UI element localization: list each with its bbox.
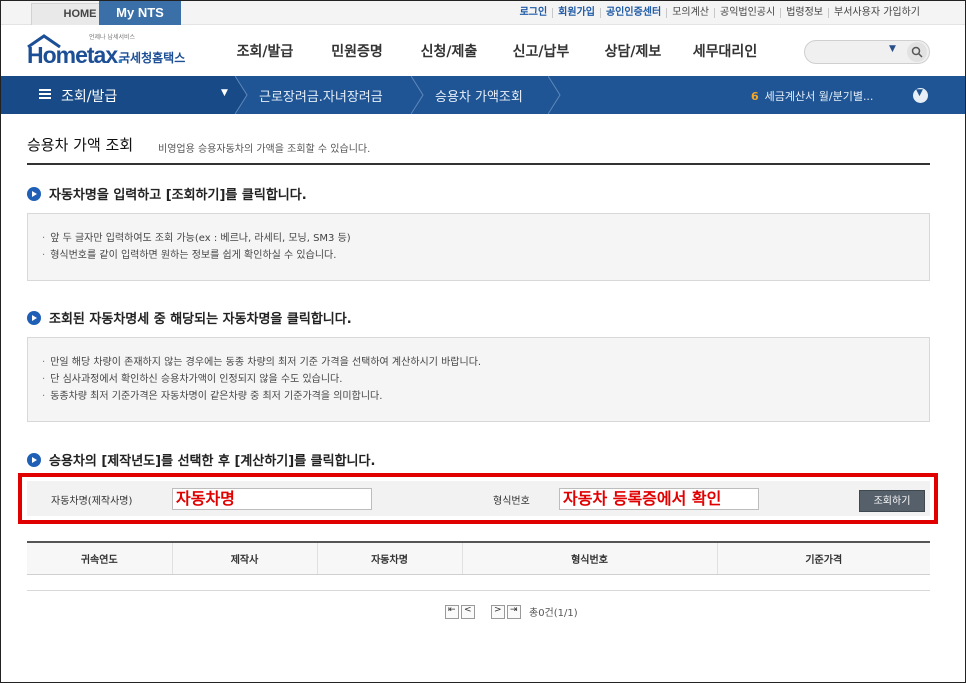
gnb-item-tax-agent[interactable]: 세무대리인 xyxy=(679,41,771,61)
table-header-row: 귀속연도 제작사 자동차명 형식번호 기준가격 xyxy=(27,542,930,575)
chevron-down-icon: ▼ xyxy=(916,88,923,98)
table-row xyxy=(27,574,930,591)
info-item: 단 심사과정에서 확인하신 승용차가액이 인정되지 않을 수도 있습니다. xyxy=(42,371,915,388)
section1-title: 자동차명을 입력하고 [조회하기]를 클릭합니다. xyxy=(27,184,307,203)
info-item: 동종차량 최저 기준가격은 자동차명이 같은차량 중 최저 기준가격을 의미합니… xyxy=(42,388,915,405)
section2-title-text: 조회된 자동차명세 중 해당되는 자동차명을 클릭합니다. xyxy=(49,312,352,327)
section3-title: 승용차의 [제작년도]를 선택한 후 [계산하기]를 클릭합니다. xyxy=(27,450,375,469)
location-level1-label: 조회/발급 xyxy=(61,89,118,105)
location-level3[interactable]: 승용차 가액조회 xyxy=(435,86,523,105)
col-header-base-price: 기준가격 xyxy=(716,542,930,575)
col-header-car-name: 자동차명 xyxy=(316,542,462,575)
model-number-input[interactable]: 자동차 등록증에서 확인 xyxy=(559,488,759,510)
search-input[interactable]: ▼ xyxy=(804,40,930,64)
col-header-year: 귀속연도 xyxy=(27,542,172,575)
pagination: ⇤ < > ⇥ 총0건(1/1) xyxy=(445,604,578,619)
col-header-maker: 제작사 xyxy=(171,542,317,575)
info-item: 형식번호를 같이 입력하면 원하는 정보를 쉽게 확인하실 수 있습니다. xyxy=(42,247,915,264)
global-nav: 조회/발급 민원증명 신청/제출 신고/납부 상담/제보 세무대리인 xyxy=(219,26,771,76)
next-page-icon: > xyxy=(494,604,502,615)
logo-main-word: Hometax xyxy=(27,42,118,68)
menu-icon xyxy=(39,89,51,99)
car-name-label: 자동차명(제작사명) xyxy=(51,496,133,507)
link-simulation[interactable]: 모의계산 xyxy=(666,8,714,18)
page-title: 승용차 가액 조회 xyxy=(27,136,134,154)
top-utility-bar: HOME My NTS 로그인 회원가입 공인인증센터 모의계산 공익법인공시 … xyxy=(1,1,965,25)
first-page-button[interactable]: ⇤ xyxy=(445,604,459,619)
location-level2[interactable]: 근로장려금.자녀장려금 xyxy=(259,86,383,105)
chevron-down-icon[interactable]: ▼ xyxy=(889,44,896,54)
breadcrumb-separator-icon xyxy=(548,76,561,114)
arrow-bullet-icon xyxy=(27,452,41,467)
section1-title-text: 자동차명을 입력하고 [조회하기]를 클릭합니다. xyxy=(49,188,307,203)
arrow-bullet-icon xyxy=(27,310,41,325)
logo-main-text: Hometax. xyxy=(27,42,124,68)
page-description: 비영업용 승용자동차의 가액을 조회할 수 있습니다. xyxy=(158,144,371,155)
col-header-model-number: 형식번호 xyxy=(461,542,717,575)
car-name-input[interactable]: 자동차명 xyxy=(172,488,372,510)
pagination-summary: 총0건(1/1) xyxy=(529,608,578,619)
title-divider xyxy=(27,163,930,165)
header: 언제나 납세서비스 Hometax. 국세청홈택스 조회/발급 민원증명 신청/… xyxy=(1,26,965,76)
last-page-button[interactable]: ⇥ xyxy=(507,604,521,619)
link-dept-user-signup[interactable]: 부서사용자 가입하기 xyxy=(828,8,925,18)
breadcrumb-separator-icon xyxy=(235,76,248,114)
gnb-item-report-pay[interactable]: 신고/납부 xyxy=(495,41,587,61)
model-number-label: 형식번호 xyxy=(493,496,530,507)
inquiry-button[interactable]: 조회하기 xyxy=(859,490,925,512)
info-item: 만일 해당 차량이 존재하지 않는 경우에는 동종 차량의 최저 기준 가격을 … xyxy=(42,354,915,371)
prev-page-button[interactable]: < xyxy=(461,604,475,619)
section3-title-text: 승용차의 [제작년도]를 선택한 후 [계산하기]를 클릭합니다. xyxy=(49,454,376,469)
logo-korean-text: 국세청홈택스 xyxy=(119,51,186,65)
tab-home-label: HOME xyxy=(63,8,97,20)
link-law-info[interactable]: 법령정보 xyxy=(780,8,828,18)
notice-ticker[interactable]: 6 세금계산서 월/분기별... xyxy=(751,88,873,104)
link-cert-center[interactable]: 공인인증센터 xyxy=(599,8,666,18)
next-page-button[interactable]: > xyxy=(491,604,505,619)
section2-title: 조회된 자동차명세 중 해당되는 자동차명을 클릭합니다. xyxy=(27,308,352,327)
link-login[interactable]: 로그인 xyxy=(515,8,553,18)
tab-mynts-label: My NTS xyxy=(116,5,164,20)
location-bar: 조회/발급 ▼ 근로장려금.자녀장려금 승용차 가액조회 6 세금계산서 월/분기… xyxy=(1,76,965,114)
search-form-highlight: 자동차명(제작사명) 자동차명 형식번호 자동차 등록증에서 확인 조회하기 xyxy=(18,473,938,524)
breadcrumb-separator-icon xyxy=(411,76,424,114)
search-form: 자동차명(제작사명) 자동차명 형식번호 자동차 등록증에서 확인 조회하기 xyxy=(27,481,930,516)
notice-number: 6 xyxy=(751,90,759,103)
arrow-bullet-icon xyxy=(27,186,41,201)
utility-links: 로그인 회원가입 공인인증센터 모의계산 공익법인공시 법령정보 부서사용자 가… xyxy=(515,1,925,25)
chevron-down-icon: ▼ xyxy=(221,88,228,98)
section1-infobox: 앞 두 글자만 입력하여도 조회 가능(ex : 베르나, 라세티, 모닝, S… xyxy=(27,213,930,281)
last-page-icon: ⇥ xyxy=(510,604,518,615)
search-icon xyxy=(911,46,923,58)
notice-expand-button[interactable]: ▼ xyxy=(913,88,928,103)
link-public-corp[interactable]: 공익법인공시 xyxy=(714,8,780,18)
first-page-icon: ⇤ xyxy=(448,604,456,615)
gnb-item-consult[interactable]: 상담/제보 xyxy=(587,41,679,61)
logo-tagline: 언제나 납세서비스 xyxy=(89,34,136,41)
gnb-item-apply[interactable]: 신청/제출 xyxy=(403,41,495,61)
search-button[interactable] xyxy=(907,42,927,62)
tab-mynts[interactable]: My NTS xyxy=(99,1,181,25)
result-table: 귀속연도 제작사 자동차명 형식번호 기준가격 xyxy=(27,541,930,591)
link-signup[interactable]: 회원가입 xyxy=(552,8,600,18)
location-level1[interactable]: 조회/발급 ▼ xyxy=(1,76,235,114)
page-frame: HOME My NTS 로그인 회원가입 공인인증센터 모의계산 공익법인공시 … xyxy=(0,0,966,683)
gnb-item-inquiry[interactable]: 조회/발급 xyxy=(219,41,311,61)
gnb-item-certificates[interactable]: 민원증명 xyxy=(311,41,403,61)
info-item: 앞 두 글자만 입력하여도 조회 가능(ex : 베르나, 라세티, 모닝, S… xyxy=(42,230,915,247)
hometax-logo[interactable]: 언제나 납세서비스 Hometax. 국세청홈택스 xyxy=(27,30,202,72)
prev-page-icon: < xyxy=(464,604,472,615)
section2-infobox: 만일 해당 차량이 존재하지 않는 경우에는 동종 차량의 최저 기준 가격을 … xyxy=(27,337,930,422)
notice-text: 세금계산서 월/분기별... xyxy=(764,90,874,103)
